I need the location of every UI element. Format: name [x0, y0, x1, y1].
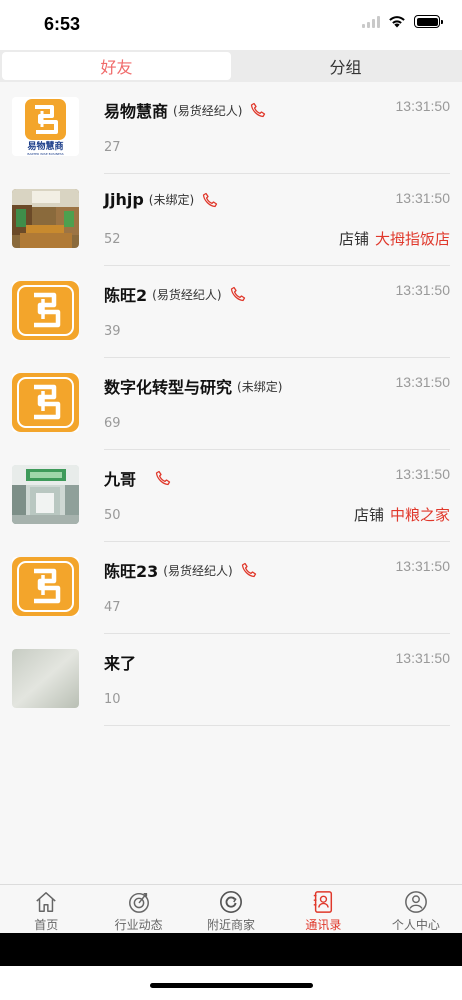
home-indicator-area	[0, 966, 462, 1000]
avatar-app-logo	[12, 557, 79, 616]
contact-count: 50	[104, 508, 121, 523]
avatar-yiwu-logo: 易物慧商 BARTER WISE BUSINESS	[12, 97, 79, 156]
shop-label: 店铺	[338, 230, 369, 248]
avatar-app-logo	[12, 373, 79, 432]
tab-profile[interactable]: 个人中心	[370, 885, 462, 933]
contact-name: 数字化转型与研究	[104, 378, 233, 397]
phone-icon[interactable]	[250, 102, 266, 118]
contact-name: 陈旺23	[104, 562, 159, 581]
tab-label: 首页	[34, 918, 59, 932]
wifi-icon	[389, 16, 405, 28]
tab-friends[interactable]: 好友	[2, 52, 231, 80]
status-bar: 6:53	[0, 0, 462, 50]
status-time: 6:53	[44, 14, 81, 34]
svg-text:BARTER WISE BUSINESS: BARTER WISE BUSINESS	[27, 152, 63, 156]
avatar-photo-store	[12, 189, 79, 248]
avatar-app-logo	[12, 281, 79, 340]
contact-name: 易物慧商	[104, 102, 169, 121]
bottom-black-band	[0, 933, 462, 966]
contact-time: 13:31:50	[395, 558, 451, 574]
tab-label: 行业动态	[114, 918, 163, 932]
contact-name: Jjhjp	[104, 190, 144, 209]
contact-row[interactable]: 九哥 13:31:50 50 店铺 中粮之家	[0, 450, 462, 542]
battery-icon	[414, 15, 443, 28]
contact-name: 陈旺2	[104, 286, 148, 305]
status-icons	[362, 15, 443, 28]
tab-nearby-merchants[interactable]: 附近商家	[185, 885, 277, 933]
signal-icon	[362, 15, 380, 28]
bottom-tab-bar: 首页 行业动态 附近商家 通讯录 个人中心	[0, 884, 462, 933]
contact-row[interactable]: 来了 13:31:50 10	[0, 634, 462, 726]
contact-row[interactable]: 陈旺2 (易货经纪人) 13:31:50 39	[0, 266, 462, 358]
segmented-control: 好友 分组	[0, 50, 462, 82]
contact-time: 13:31:50	[395, 466, 451, 482]
contact-role: (未绑定)	[237, 379, 283, 394]
contact-role: (易货经纪人)	[152, 287, 222, 302]
phone-icon[interactable]	[230, 286, 246, 302]
phone-icon[interactable]	[155, 470, 171, 486]
phone-icon[interactable]	[241, 562, 257, 578]
contact-role: (未绑定)	[148, 193, 195, 207]
contact-time: 13:31:50	[395, 98, 451, 114]
contact-name: 来了	[104, 654, 137, 673]
tab-groups[interactable]: 分组	[231, 52, 460, 80]
contact-row[interactable]: 陈旺23 (易货经纪人) 13:31:50 47	[0, 542, 462, 634]
contact-list: 易物慧商 BARTER WISE BUSINESS 易物慧商 (易货经纪人) 1…	[0, 82, 462, 726]
contact-time: 13:31:50	[395, 190, 451, 206]
contact-count: 52	[104, 232, 121, 247]
nearby-merchants-icon	[220, 891, 243, 913]
tab-label: 通讯录	[305, 918, 342, 932]
tab-industry-news[interactable]: 行业动态	[92, 885, 184, 933]
divider	[104, 725, 450, 726]
tab-home[interactable]: 首页	[0, 885, 92, 933]
contact-count: 47	[104, 600, 121, 615]
contact-count: 10	[104, 692, 121, 707]
shop-name[interactable]: 大拇指饭店	[375, 230, 450, 248]
contact-row[interactable]: 易物慧商 BARTER WISE BUSINESS 易物慧商 (易货经纪人) 1…	[0, 82, 462, 174]
home-indicator[interactable]	[150, 983, 313, 988]
contact-time: 13:31:50	[395, 374, 451, 390]
shop-info[interactable]: 店铺 大拇指饭店	[339, 228, 450, 249]
contact-count: 69	[104, 416, 121, 431]
home-icon	[36, 892, 56, 912]
contact-role: (易货经纪人)	[173, 103, 243, 118]
contact-name: 九哥	[104, 470, 137, 489]
profile-icon	[404, 891, 427, 913]
phone-icon[interactable]	[202, 192, 218, 208]
svg-text:易物慧商: 易物慧商	[27, 140, 63, 152]
contact-role: (易货经纪人)	[163, 563, 233, 578]
contact-time: 13:31:50	[395, 282, 451, 298]
contacts-icon	[314, 891, 333, 913]
tab-label: 附近商家	[207, 918, 256, 932]
avatar-photo-shopfront	[12, 465, 79, 524]
tab-label: 个人中心	[391, 918, 440, 932]
shop-info[interactable]: 店铺 中粮之家	[354, 504, 450, 525]
contact-time: 13:31:50	[395, 650, 451, 666]
tab-contacts[interactable]: 通讯录	[277, 885, 369, 933]
shop-label: 店铺	[353, 506, 384, 524]
contact-count: 39	[104, 324, 121, 339]
contact-row[interactable]: 数字化转型与研究 (未绑定) 13:31:50 69	[0, 358, 462, 450]
industry-news-icon	[128, 892, 149, 913]
avatar-photo-blur	[12, 649, 79, 708]
contact-row[interactable]: Jjhjp (未绑定) 13:31:50 52 店铺 大拇指饭店	[0, 174, 462, 266]
contact-count: 27	[104, 140, 121, 155]
shop-name[interactable]: 中粮之家	[390, 506, 450, 524]
